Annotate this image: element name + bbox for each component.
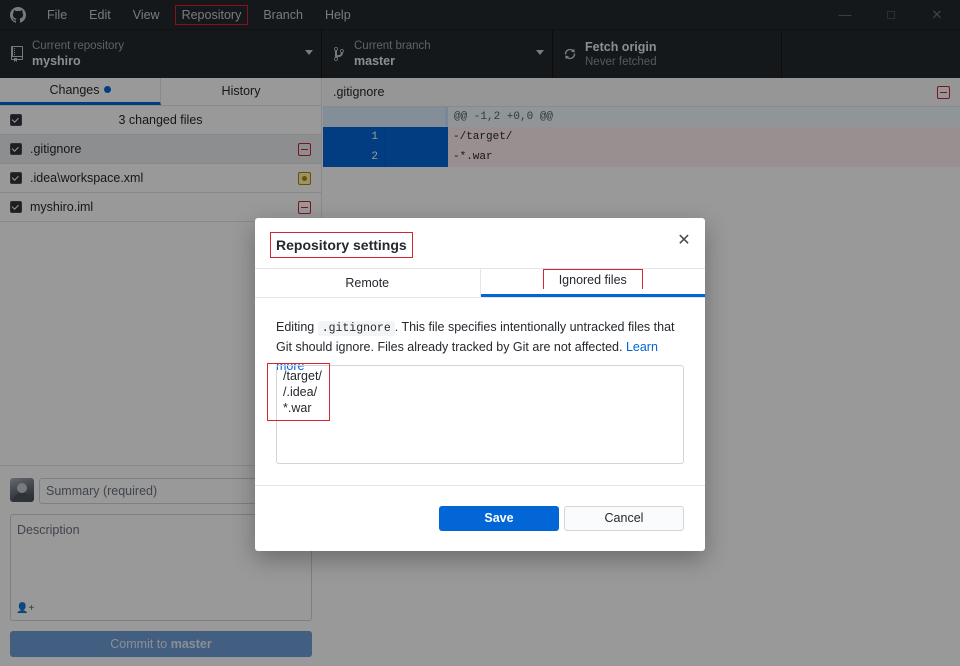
dialog-divider [255, 485, 705, 486]
description-text: Editing [276, 320, 318, 334]
ignore-line: *.war [283, 401, 312, 415]
save-button[interactable]: Save [439, 506, 559, 531]
tab-ignored-files-label: Ignored files [542, 269, 643, 289]
gitignore-code: .gitignore [317, 321, 395, 336]
repository-settings-dialog: Repository settings ✕ Remote Ignored fil… [255, 218, 705, 551]
close-icon[interactable]: ✕ [677, 233, 691, 249]
ignore-line: /.idea/ [283, 385, 318, 399]
tab-remote[interactable]: Remote [255, 269, 481, 297]
dialog-title: Repository settings [270, 232, 413, 258]
cancel-button[interactable]: Cancel [564, 506, 684, 531]
dialog-tabs: Remote Ignored files [255, 268, 705, 298]
ignore-line: /target/ [283, 369, 322, 383]
gitignore-textarea[interactable]: /target/ /.idea/ *.war [267, 363, 684, 464]
tab-ignored-files[interactable]: Ignored files [480, 269, 705, 297]
gitignore-contents: /target/ /.idea/ *.war [267, 363, 330, 421]
